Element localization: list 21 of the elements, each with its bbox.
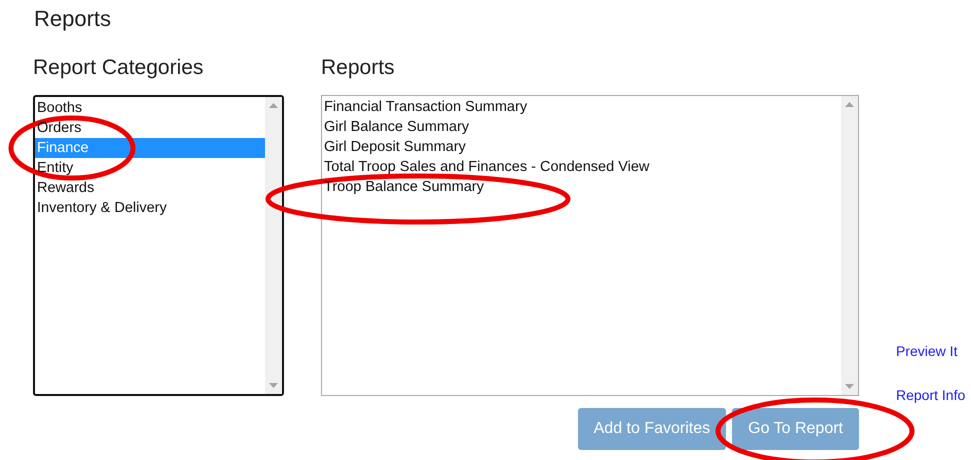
list-option[interactable]: Rewards: [35, 178, 265, 198]
section-heading: Reports: [321, 55, 396, 81]
text-link[interactable]: Preview It: [896, 341, 966, 361]
list-option[interactable]: Girl Balance Summary: [322, 117, 841, 137]
list-option[interactable]: Troop Balance Summary: [322, 177, 841, 197]
list-option[interactable]: Inventory & Delivery: [35, 198, 265, 218]
scroll-up-icon[interactable]: [845, 102, 854, 107]
list-option[interactable]: Financial Transaction Summary: [322, 97, 841, 117]
list-option[interactable]: Entity: [35, 158, 265, 178]
report-listbox[interactable]: Financial Transaction Summary Girl Balance Summary Girl Deposit Summary Total Troop Sales and Finances - Condensed View Troop Balance Summary: [321, 95, 859, 396]
scroll-down-icon[interactable]: [845, 384, 854, 389]
page-title: Reports: [34, 5, 112, 33]
category-listbox[interactable]: Booths Orders Finance Entity Rewards Inventory & Delivery: [33, 95, 284, 396]
list-option[interactable]: Total Troop Sales and Finances - Condensed View: [322, 157, 841, 177]
section-heading: Report Categories: [33, 55, 204, 81]
scroll-down-icon[interactable]: [269, 383, 278, 388]
list-option[interactable]: Orders: [35, 118, 265, 138]
list-option[interactable]: Girl Deposit Summary: [322, 137, 841, 157]
scroll-up-icon[interactable]: [269, 103, 278, 108]
list-option[interactable]: Booths: [35, 98, 265, 118]
text-link[interactable]: Report Info: [896, 385, 966, 405]
